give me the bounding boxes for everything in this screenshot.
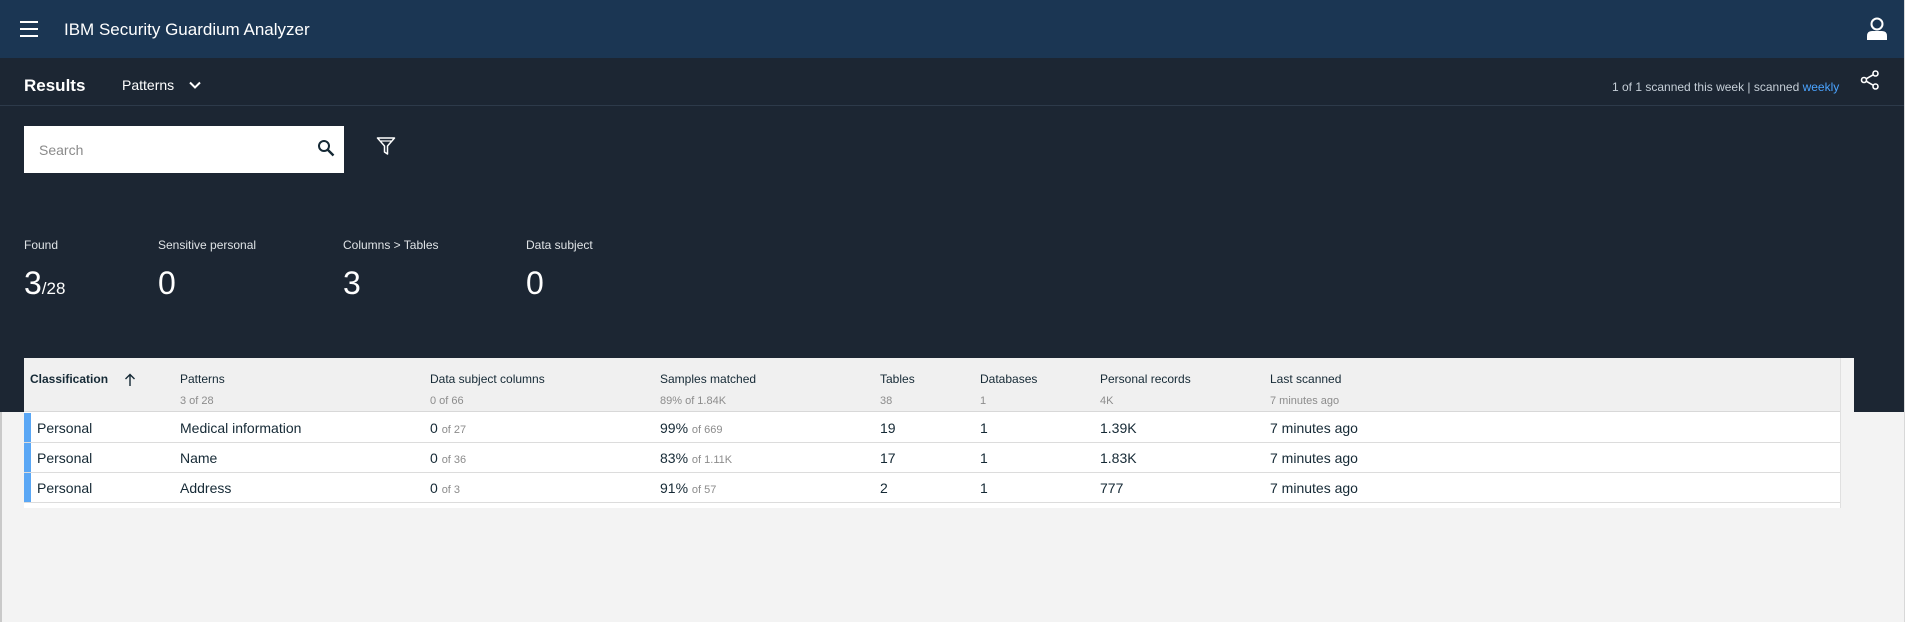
cell-personal-records: 1.83K [1100, 450, 1137, 466]
user-icon[interactable] [1866, 17, 1888, 41]
column-header-patterns[interactable]: Patterns [180, 372, 225, 386]
cell-last-scanned: 7 minutes ago [1270, 450, 1358, 466]
scan-status: 1 of 1 scanned this week | scanned weekl… [1612, 80, 1839, 94]
column-header-last-scanned[interactable]: Last scanned [1270, 372, 1341, 386]
cell-tables: 2 [880, 480, 888, 496]
table-row[interactable]: Personal Medical information 0 of 27 99%… [24, 413, 1840, 443]
column-summary: 7 minutes ago [1270, 395, 1340, 407]
cell-pattern: Name [180, 450, 218, 466]
scan-status-text: 1 of 1 scanned this week | scanned [1612, 80, 1803, 94]
stat-value: 3/28 [24, 265, 66, 301]
cell-databases: 1 [980, 480, 988, 496]
stat-label: Found [24, 238, 59, 252]
cell-databases: 1 [980, 450, 988, 466]
stat-sensitive-personal: Sensitive personal 0 [158, 238, 256, 302]
classification-color-bar [24, 413, 31, 442]
app-title: IBM Security Guardium Analyzer [64, 20, 310, 39]
filter-icon[interactable] [376, 136, 396, 156]
cell-last-scanned: 7 minutes ago [1270, 480, 1358, 496]
cell-classification: Personal [37, 480, 93, 496]
column-summary: 38 [880, 395, 893, 407]
stat-label: Data subject [526, 238, 593, 252]
table-scrollbar[interactable] [1840, 358, 1854, 508]
search-box [24, 126, 344, 173]
column-summary: 1 [980, 395, 987, 407]
cell-classification: Personal [37, 450, 93, 466]
column-summary: 4K [1100, 395, 1114, 407]
chevron-down-icon [189, 81, 201, 89]
cell-pattern: Address [180, 480, 232, 496]
search-input[interactable] [24, 127, 294, 172]
cell-samples-matched: 91% of 57 [660, 480, 717, 496]
column-header-tables[interactable]: Tables [880, 372, 915, 386]
stat-value: 3 [343, 265, 361, 301]
stat-found: Found 3/28 [24, 238, 65, 302]
cell-classification: Personal [37, 420, 93, 436]
classification-color-bar [24, 443, 31, 472]
cell-personal-records: 1.39K [1100, 420, 1137, 436]
hamburger-menu-icon[interactable] [20, 21, 38, 37]
cell-personal-records: 777 [1100, 480, 1124, 496]
table-row[interactable]: Personal Address 0 of 3 91% of 57 2 1 77… [24, 473, 1840, 503]
cell-data-subject-columns: 0 of 3 [430, 480, 461, 496]
window-gutter [1904, 0, 1913, 622]
cell-pattern: Medical information [180, 420, 302, 436]
stat-label: Columns > Tables [343, 238, 439, 252]
cell-samples-matched: 83% of 1.11K [660, 450, 733, 466]
stat-value: 0 [158, 265, 176, 301]
share-icon[interactable] [1860, 70, 1880, 90]
view-select-label: Patterns [122, 77, 175, 93]
column-header-classification[interactable]: Classification [30, 372, 108, 386]
column-header-databases[interactable]: Databases [980, 372, 1037, 386]
cell-tables: 17 [880, 450, 896, 466]
results-bar: Results Patterns 1 of 1 scanned this wee… [0, 58, 1904, 106]
column-summary: 89% of 1.84K [660, 395, 727, 407]
table-header: Classification Patterns 3 of 28 Data sub… [24, 358, 1854, 412]
column-header-data-subject-columns[interactable]: Data subject columns [430, 372, 545, 386]
sort-ascending-icon[interactable] [124, 373, 136, 387]
view-select-dropdown[interactable]: Patterns [122, 77, 202, 93]
cell-databases: 1 [980, 420, 988, 436]
results-table: Classification Patterns 3 of 28 Data sub… [24, 358, 1854, 508]
cell-tables: 19 [880, 420, 896, 436]
stat-label: Sensitive personal [158, 238, 257, 252]
cell-samples-matched: 99% of 669 [660, 420, 723, 436]
cell-last-scanned: 7 minutes ago [1270, 420, 1358, 436]
stat-columns-tables: Columns > Tables 3 [343, 238, 439, 302]
cell-data-subject-columns: 0 of 36 [430, 450, 467, 466]
cell-data-subject-columns: 0 of 27 [430, 420, 467, 436]
column-header-personal-records[interactable]: Personal records [1100, 372, 1191, 386]
stat-data-subject: Data subject 0 [526, 238, 593, 302]
classification-color-bar [24, 473, 31, 502]
search-icon[interactable] [317, 139, 335, 157]
page-title: Results [24, 76, 86, 95]
top-header: IBM Security Guardium Analyzer [0, 0, 1904, 58]
column-summary: 3 of 28 [180, 395, 214, 407]
scan-frequency-link[interactable]: weekly [1803, 80, 1840, 94]
stat-value: 0 [526, 265, 544, 301]
column-header-samples-matched[interactable]: Samples matched [660, 372, 756, 386]
table-row[interactable]: Personal Name 0 of 36 83% of 1.11K 17 1 … [24, 443, 1840, 473]
column-summary: 0 of 66 [430, 395, 464, 407]
